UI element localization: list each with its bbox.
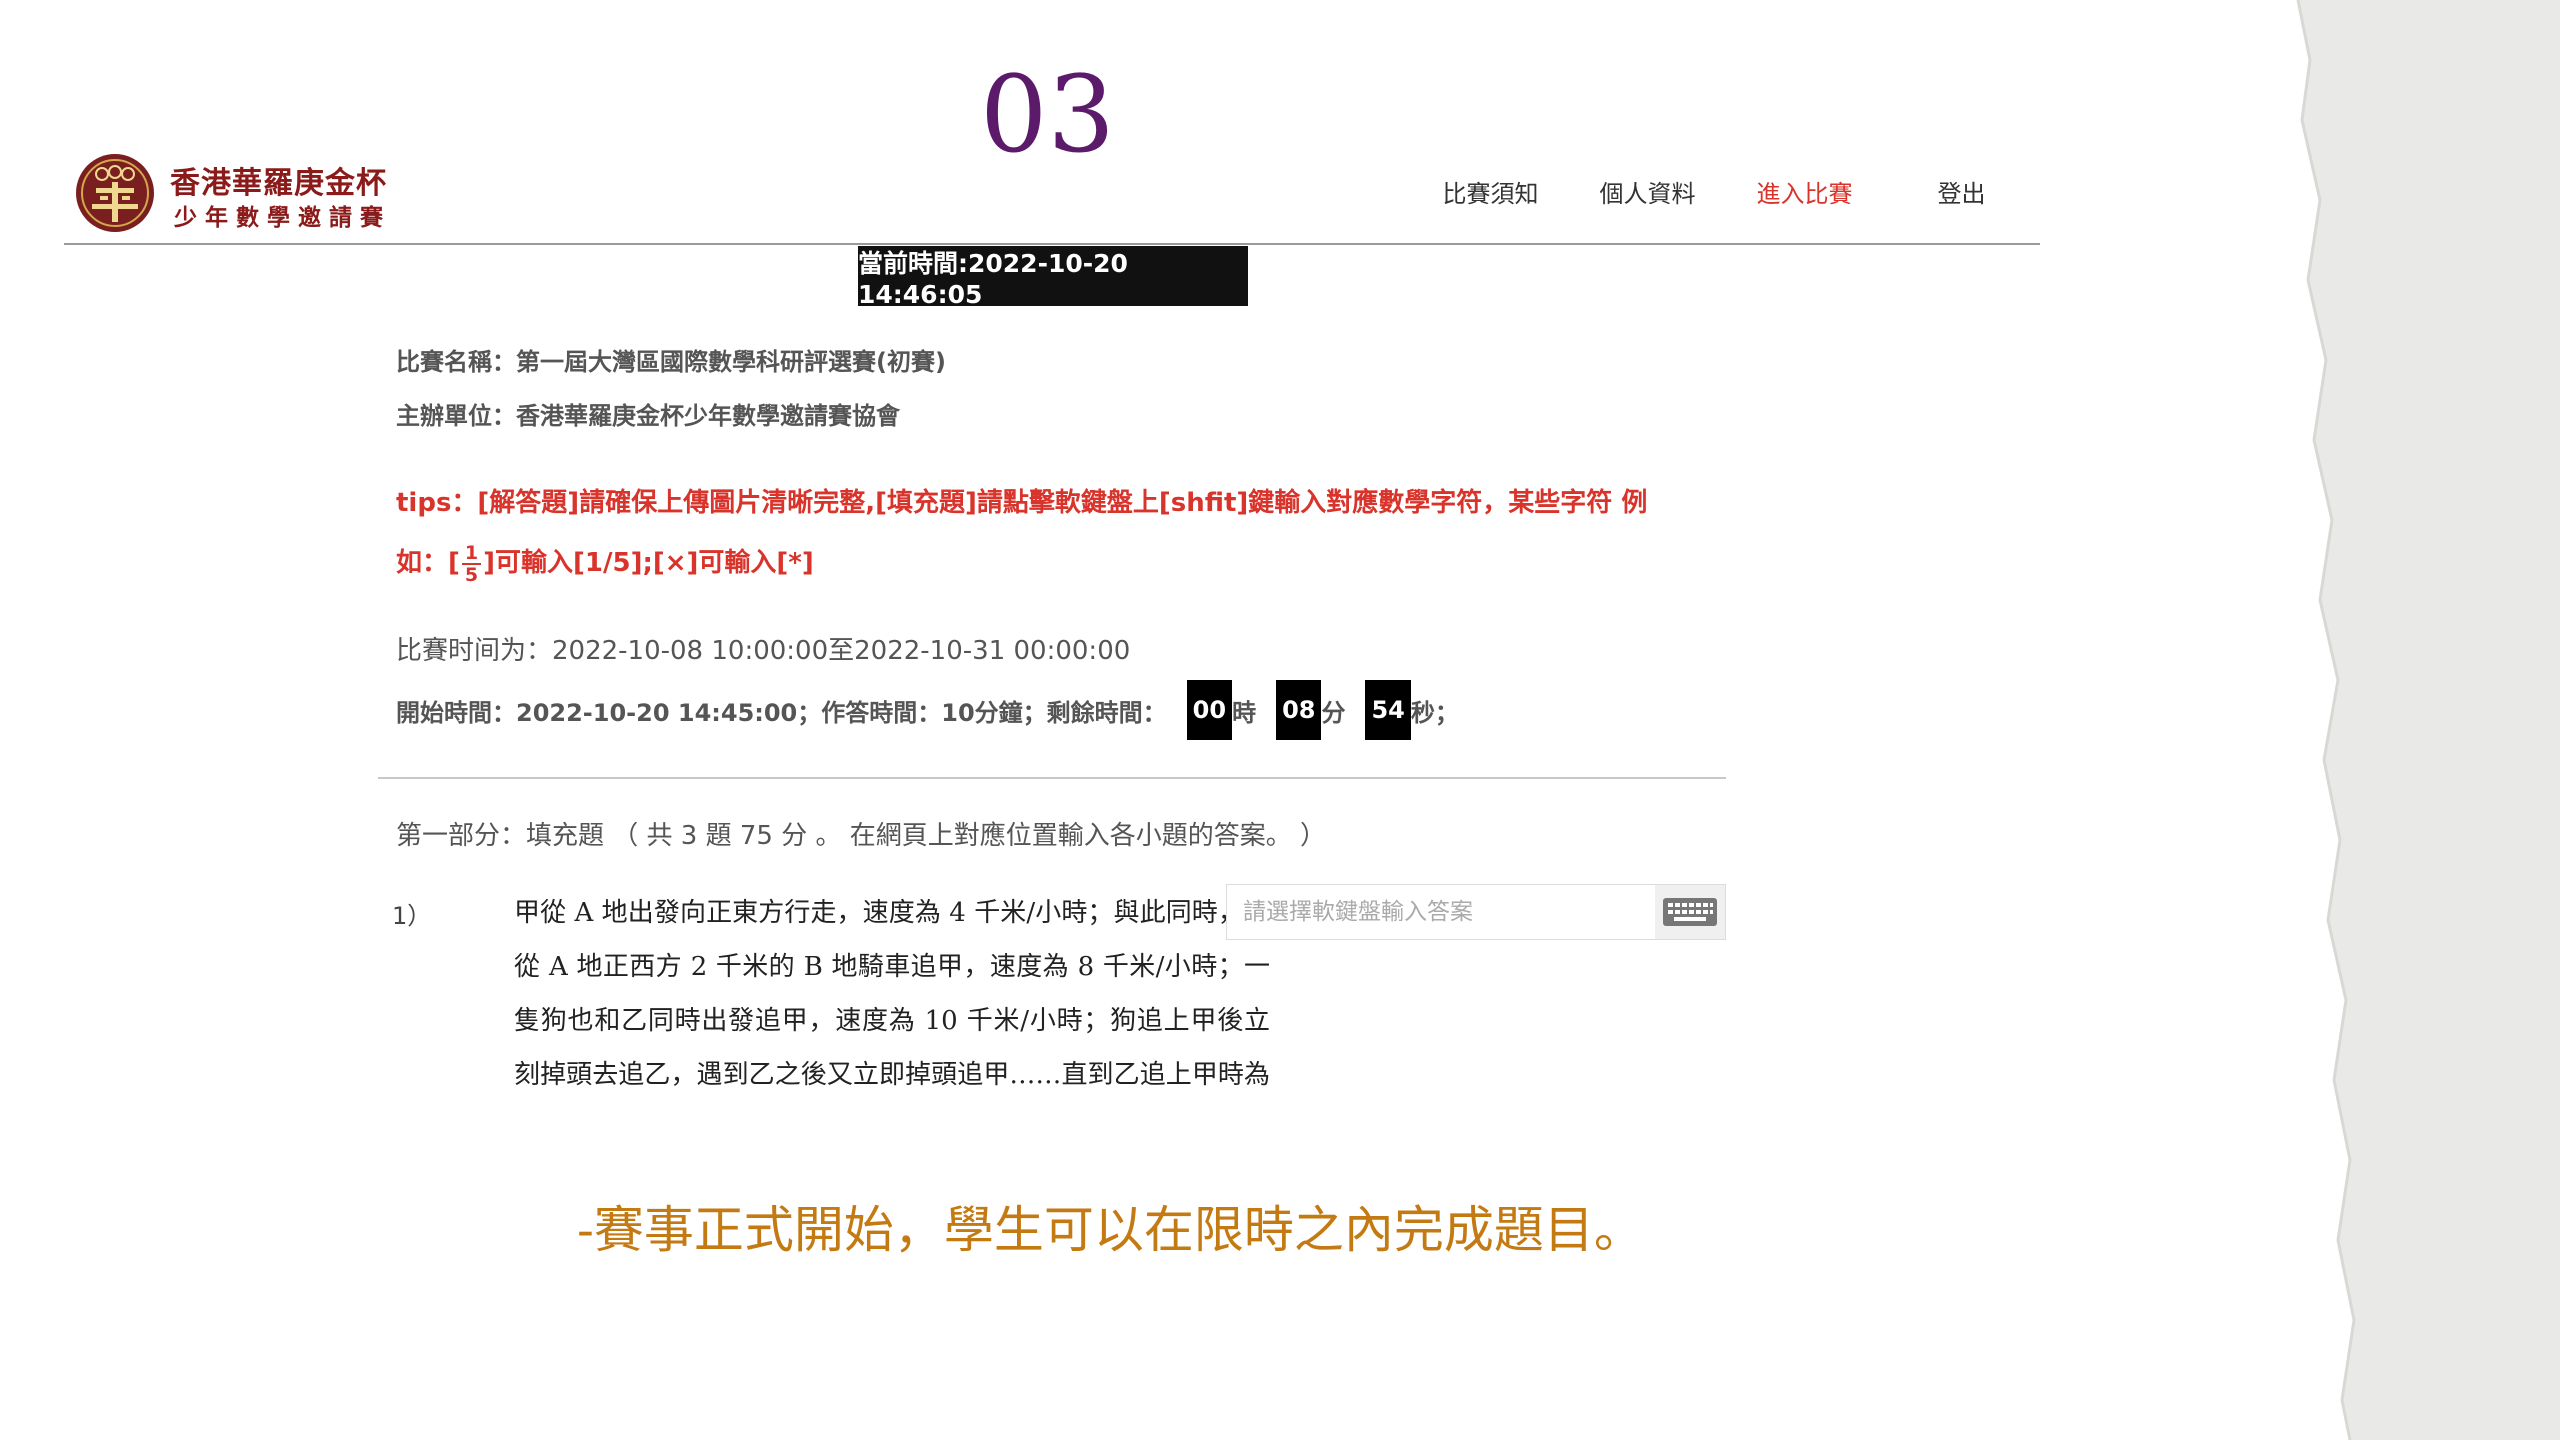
countdown-line: 開始時間：2022-10-20 14:45:00；作答時間：10分鐘；剩餘時間：… — [396, 680, 1459, 740]
soft-keyboard-button[interactable] — [1655, 885, 1725, 939]
tips-suffix: ]可輸入[1/5];[×]可輸入[*] — [483, 548, 814, 578]
seal-logo-icon — [76, 154, 154, 232]
timer-seconds-unit: 秒； — [1410, 698, 1459, 727]
nav-item-logout[interactable]: 登出 — [1883, 174, 2040, 214]
torn-paper-decoration — [2296, 0, 2560, 1440]
answer-input[interactable] — [1227, 885, 1657, 939]
timer-prefix: 開始時間：2022-10-20 14:45:00；作答時間：10分鐘；剩餘時間： — [396, 698, 1167, 727]
nav-item-contest-rules[interactable]: 比賽須知 — [1412, 174, 1569, 214]
tips-line-2: 如：[1 5]可輸入[1/5];[×]可輸入[*] — [396, 542, 814, 585]
timer-minutes-unit: 分 — [1321, 698, 1346, 727]
section-divider — [378, 777, 1726, 779]
answer-field — [1226, 884, 1726, 940]
section-title: 第一部分：填充題 （ 共 3 題 75 分 。 在網頁上對應位置輸入各小題的答案… — [396, 821, 1327, 851]
contest-organizer: 主辦單位：香港華羅庚金杯少年數學邀請賽協會 — [396, 402, 900, 430]
contest-name: 比賽名稱：第一屆大灣區國際數學科研評選賽(初賽) — [396, 348, 946, 376]
nav-item-enter-contest[interactable]: 進入比賽 — [1726, 174, 1883, 214]
logo-subtitle: 少年數學邀請賽 — [174, 204, 391, 231]
contest-time-range: 比賽时间为：2022-10-08 10:00:00至2022-10-31 00:… — [396, 636, 1131, 666]
timer-hours-unit: 時 — [1232, 698, 1257, 727]
tips-prefix: 如：[ — [396, 548, 460, 578]
slide-caption: -賽事正式開始，學生可以在限時之內完成題目。 — [577, 1201, 1644, 1259]
site-logo[interactable]: 香港華羅庚金杯 少年數學邀請賽 — [74, 152, 474, 234]
tips-line-1: tips：[解答題]請確保上傳圖片清晰完整,[填充題]請點擊軟鍵盤上[shfit… — [396, 488, 1648, 518]
fraction-denominator: 5 — [464, 563, 479, 586]
timer-minutes: 08 — [1276, 680, 1322, 740]
fraction-example: 15 — [461, 543, 482, 586]
fraction-numerator: 1 — [461, 543, 482, 565]
question-text: 甲從 A 地出發向正東方行走，速度為 4 千米/小時；與此同時，乙從 A 地正西… — [514, 898, 1270, 1090]
current-time-badge: 當前時間:2022-10-20 14:46:05 — [858, 246, 1248, 309]
screenshot-frame: 香港華羅庚金杯 少年數學邀請賽 比賽須知 個人資料 進入比賽 登出 當前時間:2… — [64, 150, 2040, 1114]
timer-seconds: 54 — [1365, 680, 1411, 740]
timer-hours: 00 — [1186, 680, 1233, 740]
top-nav: 比賽須知 個人資料 進入比賽 登出 — [1412, 174, 2040, 214]
logo-title: 香港華羅庚金杯 — [170, 166, 387, 201]
keyboard-icon — [1663, 898, 1717, 926]
question-number: 1） — [392, 902, 432, 930]
nav-item-profile[interactable]: 個人資料 — [1569, 174, 1726, 214]
